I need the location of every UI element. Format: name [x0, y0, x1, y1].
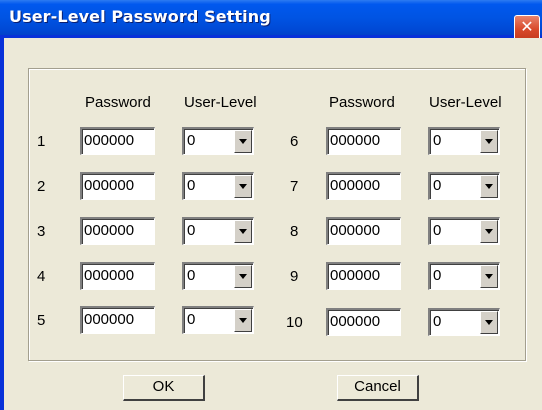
user-level-header-right: User-Level: [429, 94, 502, 111]
chevron-down-icon[interactable]: [480, 175, 498, 198]
chevron-down-icon[interactable]: [234, 220, 252, 243]
user-level-value-8: 0: [433, 222, 442, 239]
password-field-10[interactable]: 000000: [326, 308, 401, 336]
user-level-select-1[interactable]: 0: [182, 127, 254, 155]
user-level-value-4: 0: [187, 267, 196, 284]
dialog-body: Password User-Level Password User-Level …: [4, 38, 542, 410]
user-level-select-3[interactable]: 0: [182, 217, 254, 245]
row-number-2: 2: [37, 178, 46, 195]
dialog-title: User-Level Password Setting: [9, 7, 271, 26]
chevron-down-icon[interactable]: [234, 265, 252, 288]
ok-button[interactable]: OK: [123, 375, 205, 401]
chevron-down-icon[interactable]: [234, 130, 252, 153]
user-level-select-6[interactable]: 0: [428, 127, 500, 155]
password-header-left: Password: [85, 94, 151, 111]
row-number-4: 4: [37, 268, 46, 285]
user-level-value-2: 0: [187, 177, 196, 194]
user-level-value-7: 0: [433, 177, 442, 194]
chevron-down-icon[interactable]: [234, 309, 252, 332]
user-level-select-2[interactable]: 0: [182, 172, 254, 200]
user-level-select-4[interactable]: 0: [182, 262, 254, 290]
row-number-6: 6: [290, 133, 299, 150]
cancel-button[interactable]: Cancel: [337, 375, 419, 401]
user-level-select-5[interactable]: 0: [182, 306, 254, 334]
row-number-1: 1: [37, 133, 46, 150]
user-level-value-3: 0: [187, 222, 196, 239]
password-field-2[interactable]: 000000: [80, 172, 155, 200]
row-number-9: 9: [290, 268, 299, 285]
user-level-value-10: 0: [433, 313, 442, 330]
user-level-value-1: 0: [187, 132, 196, 149]
user-level-value-6: 0: [433, 132, 442, 149]
password-header-right: Password: [329, 94, 395, 111]
password-field-1[interactable]: 000000: [80, 127, 155, 155]
user-level-value-5: 0: [187, 311, 196, 328]
password-field-9[interactable]: 000000: [326, 262, 401, 290]
chevron-down-icon[interactable]: [480, 130, 498, 153]
chevron-down-icon[interactable]: [234, 175, 252, 198]
chevron-down-icon[interactable]: [480, 311, 498, 334]
chevron-down-icon[interactable]: [480, 220, 498, 243]
user-level-header-left: User-Level: [184, 94, 257, 111]
user-level-select-9[interactable]: 0: [428, 262, 500, 290]
row-number-5: 5: [37, 312, 46, 329]
password-field-4[interactable]: 000000: [80, 262, 155, 290]
password-field-3[interactable]: 000000: [80, 217, 155, 245]
row-number-10: 10: [286, 314, 303, 331]
row-number-8: 8: [290, 223, 299, 240]
password-field-7[interactable]: 000000: [326, 172, 401, 200]
user-level-select-7[interactable]: 0: [428, 172, 500, 200]
user-level-select-10[interactable]: 0: [428, 308, 500, 336]
row-number-3: 3: [37, 223, 46, 240]
password-field-8[interactable]: 000000: [326, 217, 401, 245]
row-number-7: 7: [290, 178, 299, 195]
close-icon: ✕: [520, 17, 534, 36]
title-bar[interactable]: User-Level Password Setting: [0, 0, 542, 35]
password-field-5[interactable]: 000000: [80, 306, 155, 334]
chevron-down-icon[interactable]: [480, 265, 498, 288]
user-level-select-8[interactable]: 0: [428, 217, 500, 245]
user-level-value-9: 0: [433, 267, 442, 284]
password-field-6[interactable]: 000000: [326, 127, 401, 155]
dialog-window: User-Level Password Setting ✕ Password U…: [0, 0, 542, 410]
